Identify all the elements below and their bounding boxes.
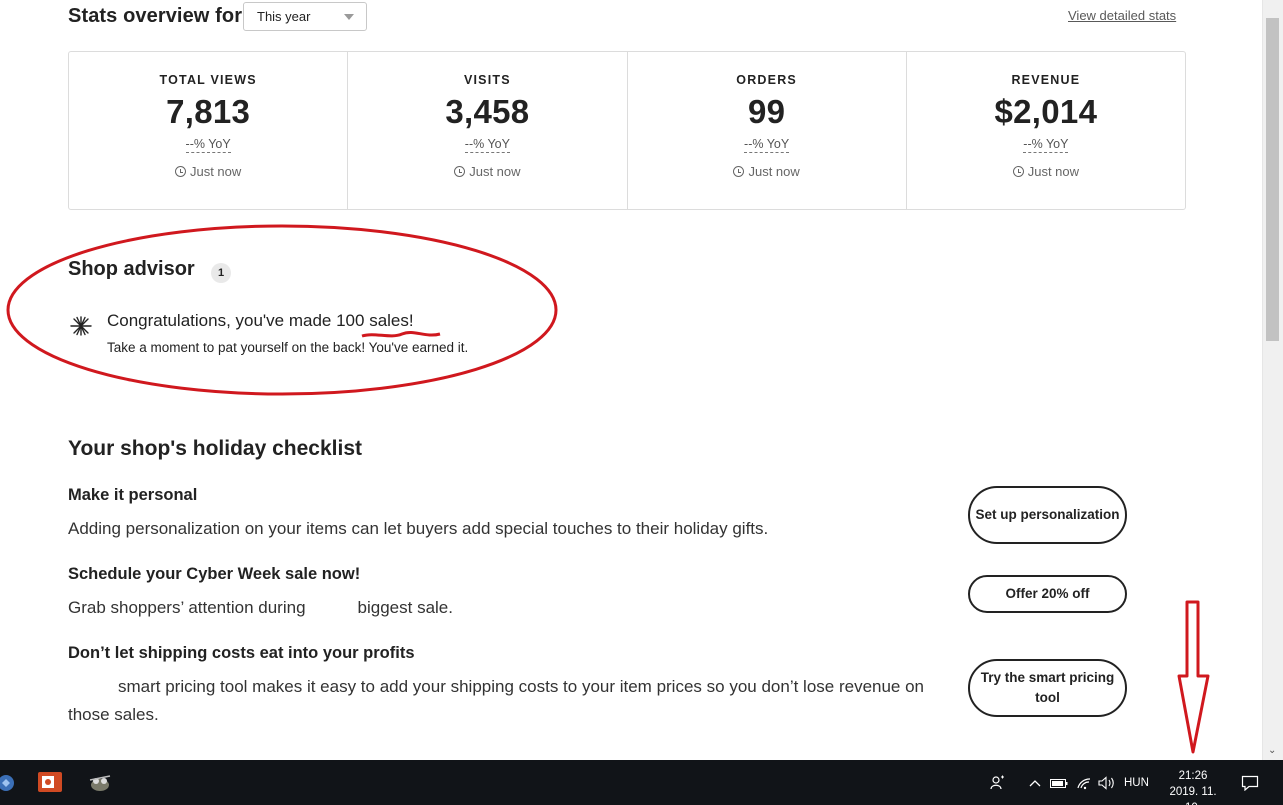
checklist-item-desc-part: biggest sale. [357,598,453,617]
annotation-underline [361,330,441,338]
vertical-scrollbar[interactable]: ⌄ [1262,0,1283,760]
clock-icon [454,166,466,177]
setup-personalization-button[interactable]: Set up personalization [968,486,1127,544]
stat-time-label: Just now [469,164,521,179]
down-arrow-icon [1177,600,1210,754]
stat-card-revenue[interactable]: REVENUE $2,014 --% YoY Just now [907,52,1185,209]
sparkle-icon [70,316,92,336]
checklist-item-title: Make it personal [68,486,198,504]
advisor-count-badge: 1 [211,263,231,283]
checklist-item-desc: Adding personalization on your items can… [68,519,769,538]
stat-label: REVENUE [1011,73,1081,87]
stat-time: Just now [69,164,347,179]
chevron-down-icon [344,14,354,20]
stat-yoy[interactable]: --% YoY [464,137,510,153]
stat-label: TOTAL VIEWS [159,73,257,87]
period-select[interactable]: This year [243,2,367,31]
checklist-item-desc-part: Grab shoppers’ attention during [68,598,306,617]
chevron-up-icon[interactable] [1029,779,1041,787]
shop-advisor-title: Shop advisor [68,258,195,280]
stat-time-label: Just now [1027,164,1080,179]
stat-value: 99 [747,93,786,130]
checklist-item-title: Schedule your Cyber Week sale now! [68,565,361,583]
stat-value: 7,813 [166,93,251,130]
taskbar: HUN 21:26 2019. 11. 10. [0,760,1283,805]
checklist-item-title: Don’t let shipping costs eat into your p… [68,644,415,662]
stat-time: Just now [628,164,906,179]
clock-icon [733,166,745,177]
stats-title: Stats overview for [68,4,243,27]
clock-date: 2019. 11. 10. [1169,786,1217,805]
offer-discount-button[interactable]: Offer 20% off [968,575,1127,613]
period-select-value: This year [257,9,311,24]
stat-time-label: Just now [748,164,800,179]
page: Stats overview for This year View detail… [0,0,1262,760]
notification-icon[interactable] [1241,775,1259,791]
stat-time: Just now [348,164,626,179]
gimp-app-icon[interactable] [86,768,114,796]
annotation-ellipse [6,224,558,396]
stat-yoy[interactable]: --% YoY [744,137,790,153]
stat-value: $2,014 [994,93,1098,130]
system-clock[interactable]: 21:26 2019. 11. 10. [1160,768,1226,805]
input-language[interactable]: HUN [1124,777,1149,789]
battery-icon[interactable] [1050,778,1068,789]
checklist-item-desc: Grab shoppers’ attention during biggest s… [68,594,938,622]
app-icon-1[interactable] [0,768,22,796]
scroll-down-arrow-icon[interactable]: ⌄ [1268,745,1276,756]
checklist-item-desc: smart pricing tool makes it easy to add … [68,677,925,724]
stat-label: ORDERS [736,73,797,87]
stat-yoy[interactable]: --% YoY [185,137,231,153]
stat-card-total-views[interactable]: TOTAL VIEWS 7,813 --% YoY Just now [69,52,349,209]
smart-pricing-button[interactable]: Try the smart pricing tool [968,659,1127,717]
speaker-icon[interactable] [1098,776,1116,790]
wifi-icon[interactable] [1076,776,1092,790]
clock-time: 21:26 [1178,770,1208,782]
clock-icon [174,166,186,177]
stat-card-orders[interactable]: ORDERS 99 --% YoY Just now [628,52,907,209]
stat-time-label: Just now [189,164,242,179]
advisor-subtext: Take a moment to pat yourself on the bac… [107,340,469,355]
stats-header: Stats overview for [68,0,242,32]
stat-label: VISITS [463,73,511,87]
checklist-title: Your shop's holiday checklist [68,437,363,460]
clock-icon [1012,166,1024,177]
advisor-message: Congratulations, you've made 100 sales! [107,311,414,330]
view-detailed-stats-link[interactable]: View detailed stats [1068,8,1176,23]
stat-card-visits[interactable]: VISITS 3,458 --% YoY Just now [348,52,628,209]
stats-cards: TOTAL VIEWS 7,813 --% YoY Just now VISIT… [68,51,1186,210]
stat-yoy[interactable]: --% YoY [1023,137,1069,153]
stat-time: Just now [907,164,1185,179]
stat-value: 3,458 [445,93,530,130]
people-icon[interactable] [990,775,1006,791]
scrollbar-thumb[interactable] [1266,18,1279,341]
presentation-app-icon[interactable] [36,768,64,796]
